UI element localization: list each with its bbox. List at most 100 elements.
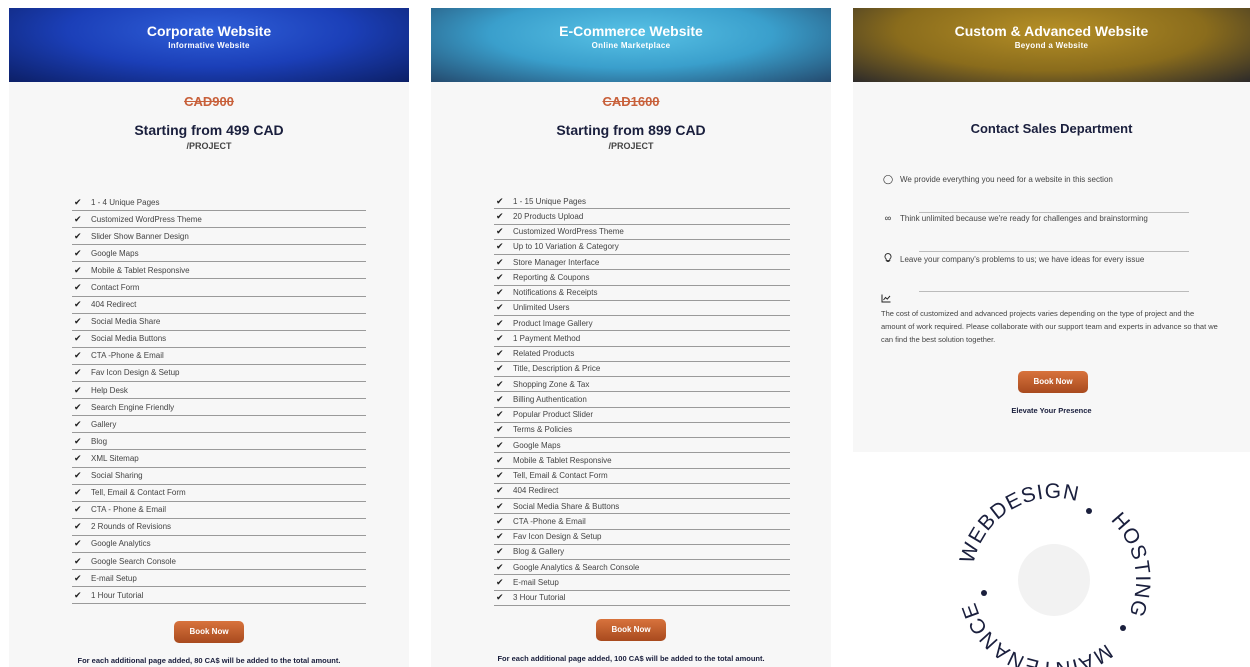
- feature-item: ✔ Customized WordPress Theme: [494, 225, 790, 240]
- feature-text: Gallery: [91, 419, 117, 429]
- feature-text: Unlimited Users: [513, 303, 570, 313]
- check-icon: ✔: [74, 538, 82, 549]
- check-icon: ✔: [74, 521, 82, 532]
- check-icon: ✔: [74, 282, 82, 293]
- feature-text: Billing Authentication: [513, 394, 587, 404]
- badge-dot: [981, 590, 987, 596]
- feature-text: Tell, Email & Contact Form: [513, 471, 608, 481]
- check-icon: ✔: [496, 439, 504, 450]
- check-icon: ✔: [74, 589, 82, 600]
- feature-text: Social Media Buttons: [91, 334, 167, 344]
- feature-item: ✔ Search Engine Friendly: [72, 399, 366, 417]
- feature-text: 3 Hour Tutorial: [513, 593, 566, 603]
- feature-item: ✔ Notifications & Receipts: [494, 286, 790, 301]
- svg-text:HOSTING: HOSTING: [1107, 508, 1155, 621]
- feature-item: ✔ Mobile & Tablet Responsive: [494, 453, 790, 469]
- feature-item: ✔ Contact Form: [72, 279, 366, 297]
- check-icon: ✔: [496, 531, 504, 542]
- feature-item: ✔ Customized WordPress Theme: [72, 211, 366, 229]
- custom-plan-card: Custom & Advanced Website Beyond a Websi…: [853, 8, 1250, 452]
- check-icon: ✔: [496, 332, 504, 343]
- feature-item: ✔ Google Analytics: [72, 536, 366, 553]
- feature-item: ✔ Terms & Policies: [494, 423, 790, 438]
- book-now-button[interactable]: Book Now: [174, 621, 244, 643]
- check-icon: ✔: [74, 418, 82, 429]
- check-icon: ✔: [74, 435, 82, 446]
- feature-text: 1 Payment Method: [513, 333, 581, 343]
- feature-item: ✔ 404 Redirect: [494, 484, 790, 499]
- check-icon: ✔: [74, 196, 82, 207]
- check-icon: ✔: [496, 409, 504, 420]
- plan-price: Starting from 499 CAD: [134, 122, 284, 138]
- feature-text: Up to 10 Variation & Category: [513, 242, 619, 252]
- feature-text: 1 - 4 Unique Pages: [91, 197, 160, 207]
- check-icon: ✔: [74, 367, 82, 378]
- feature-item: ✔ XML Sitemap: [72, 450, 366, 468]
- feature-item: ✔ Social Media Share: [72, 314, 366, 331]
- feature-text: Google Search Console: [91, 556, 176, 566]
- feature-text: Shopping Zone & Tax: [513, 379, 590, 389]
- feature-text: 1 - 15 Unique Pages: [513, 196, 586, 206]
- contact-row-text: Think unlimited because we're ready for …: [900, 213, 1148, 223]
- price-unit: /PROJECT: [186, 141, 232, 151]
- check-icon: ✔: [496, 561, 504, 572]
- feature-item: ✔ Google Analytics & Search Console: [494, 560, 790, 576]
- feature-item: ✔ 2 Rounds of Revisions: [72, 519, 366, 536]
- feature-text: Slider Show Banner Design: [91, 231, 189, 241]
- check-icon: ✔: [74, 555, 82, 566]
- check-icon: ✔: [496, 241, 504, 252]
- feature-text: Google Analytics: [91, 539, 151, 549]
- feature-item: ✔ E-mail Setup: [494, 575, 790, 591]
- feature-item: ✔ Social Media Share & Buttons: [494, 499, 790, 515]
- book-now-button[interactable]: Book Now: [596, 619, 666, 641]
- check-icon: ✔: [496, 515, 504, 526]
- feature-text: Fav Icon Design & Setup: [513, 532, 602, 542]
- custom-description: The cost of customized and advanced proj…: [881, 309, 1218, 344]
- check-icon: ✔: [496, 424, 504, 435]
- feature-text: Reporting & Coupons: [513, 272, 590, 282]
- ecommerce-banner: E-Commerce Website Online Marketplace: [431, 8, 831, 82]
- check-icon: ✔: [74, 264, 82, 275]
- feature-item: ✔ CTA -Phone & Email: [72, 348, 366, 365]
- feature-item: ✔ Social Media Buttons: [72, 331, 366, 348]
- additional-page-note: For each additional page added, 80 CA$ w…: [77, 656, 341, 665]
- contact-sales-title: Contact Sales Department: [970, 121, 1133, 136]
- lightbulb-icon: [881, 253, 895, 265]
- plan-price: Starting from 899 CAD: [556, 122, 706, 138]
- feature-text: Social Media Share & Buttons: [513, 501, 620, 511]
- feature-text: 1 Hour Tutorial: [91, 590, 144, 600]
- feature-text: XML Sitemap: [91, 453, 139, 463]
- feature-item: ✔ Blog & Gallery: [494, 545, 790, 560]
- feature-text: E-mail Setup: [91, 573, 137, 583]
- book-now-button[interactable]: Book Now: [1018, 371, 1088, 393]
- feature-item: ✔ 3 Hour Tutorial: [494, 591, 790, 606]
- feature-text: Google Maps: [513, 440, 561, 450]
- feature-item: ✔ Mobile & Tablet Responsive: [72, 262, 366, 280]
- contact-row: Leave your company's problems to us; we …: [881, 253, 1144, 265]
- feature-item: ✔ Google Maps: [72, 245, 366, 263]
- feature-text: Terms & Policies: [513, 425, 573, 435]
- check-icon: ✔: [496, 363, 504, 374]
- feature-item: ✔ 404 Redirect: [72, 297, 366, 314]
- feature-text: Title, Description & Price: [513, 364, 601, 374]
- feature-text: Mobile & Tablet Responsive: [513, 455, 612, 465]
- feature-text: Product Image Gallery: [513, 318, 593, 328]
- check-icon: ✔: [496, 271, 504, 282]
- feature-item: ✔ Fav Icon Design & Setup: [72, 365, 366, 383]
- old-price: CAD1600: [602, 94, 660, 109]
- divider: [919, 291, 1189, 292]
- check-icon: ✔: [496, 210, 504, 221]
- check-icon: ✔: [74, 470, 82, 481]
- feature-item: ✔ Up to 10 Variation & Category: [494, 240, 790, 255]
- chart-icon: [881, 294, 891, 305]
- feature-text: Fav Icon Design & Setup: [91, 368, 180, 378]
- services-badge: WEBDESIGN HOSTING MAINTENANCE: [942, 468, 1166, 667]
- feature-text: 404 Redirect: [91, 300, 137, 310]
- feature-item: ✔ Billing Authentication: [494, 392, 790, 408]
- check-icon: ✔: [496, 195, 504, 206]
- check-icon: ✔: [74, 316, 82, 327]
- custom-banner: Custom & Advanced Website Beyond a Websi…: [853, 8, 1250, 82]
- feature-item: ✔ CTA - Phone & Email: [72, 502, 366, 519]
- feature-item: ✔ 1 - 15 Unique Pages: [494, 194, 790, 210]
- contact-row-text: Leave your company's problems to us; we …: [900, 254, 1145, 264]
